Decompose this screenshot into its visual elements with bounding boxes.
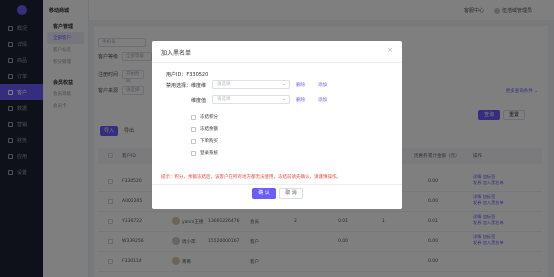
dimension-value-label: 维度值 [191,98,207,104]
warning-tip: 提示：积分、余额冻结后，该客户在所有地方都无法使用，冻结前请先确认，请谨慎操作。 [161,175,341,180]
modal-title: 加入黑名单 [161,50,192,57]
checkbox-login-system[interactable]: 登录系统 [191,150,218,156]
select-placeholder: 请选择 [217,82,231,87]
checkbox-label: 冻结余额 [200,127,218,132]
select-placeholder: 请选择 [217,97,231,102]
close-icon[interactable]: × [387,46,393,54]
checkbox-freeze-balance[interactable]: 冻结余额 [191,126,218,132]
checkbox-order-purchase[interactable]: 下单购买 [191,138,218,144]
checkbox-box[interactable] [191,114,196,120]
checkbox-label: 冻结积分 [200,115,218,120]
checkbox-box[interactable] [191,150,196,156]
checkbox-freeze-points[interactable]: 冻结积分 [191,114,218,120]
checkbox-box[interactable] [191,126,196,132]
chevron-down-icon: ⌄ [281,81,286,87]
delete-link[interactable]: 删除 [296,97,305,103]
user-id-text: 用户ID：F330520 [166,72,209,78]
checkbox-label: 下单购买 [200,139,218,144]
delete-link[interactable]: 删除 [296,82,305,88]
add-link[interactable]: 添加 [318,82,327,88]
divider [152,184,402,185]
blacklist-modal: 加入黑名单 × 用户ID：F330520 禁用选择： 维度维 请选择 ⌄ 删除 添… [152,41,402,209]
dimension-label: 维度维 [191,83,207,89]
add-link[interactable]: 添加 [318,97,327,103]
ban-select-label: 禁用选择： [166,83,192,89]
divider [152,62,402,63]
confirm-button[interactable]: 确 认 [252,188,276,199]
cancel-button[interactable]: 取 消 [279,188,303,199]
dimension-select[interactable]: 请选择 ⌄ [212,80,290,89]
dimension-value-select[interactable]: 请选择 ⌄ [212,95,290,104]
checkbox-label: 登录系统 [200,151,218,156]
checkbox-box[interactable] [191,138,196,144]
chevron-down-icon: ⌄ [281,96,286,102]
